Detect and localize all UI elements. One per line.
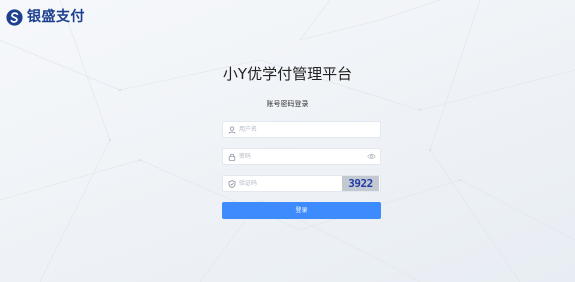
username-input[interactable] bbox=[239, 123, 380, 136]
password-input[interactable] bbox=[239, 150, 367, 163]
captcha-input[interactable] bbox=[239, 177, 342, 190]
lock-icon bbox=[228, 153, 236, 161]
login-mode-label: 账号密码登录 bbox=[266, 100, 309, 108]
background-decoration bbox=[0, 0, 575, 282]
password-field[interactable] bbox=[222, 148, 381, 165]
eye-icon[interactable] bbox=[367, 152, 376, 161]
shield-icon bbox=[228, 179, 236, 188]
yinsheng-logo-icon bbox=[6, 9, 23, 26]
captcha-image[interactable]: 3922 bbox=[342, 176, 379, 191]
user-icon bbox=[228, 125, 236, 134]
username-field[interactable] bbox=[222, 121, 381, 138]
login-button[interactable]: 登录 bbox=[222, 202, 381, 219]
brand-name: 银盛支付 bbox=[27, 9, 85, 25]
brand-logo: 银盛支付 bbox=[6, 9, 85, 26]
page-title: 小Y优学付管理平台 bbox=[222, 65, 353, 83]
captcha-field[interactable]: 3922 bbox=[222, 175, 381, 192]
